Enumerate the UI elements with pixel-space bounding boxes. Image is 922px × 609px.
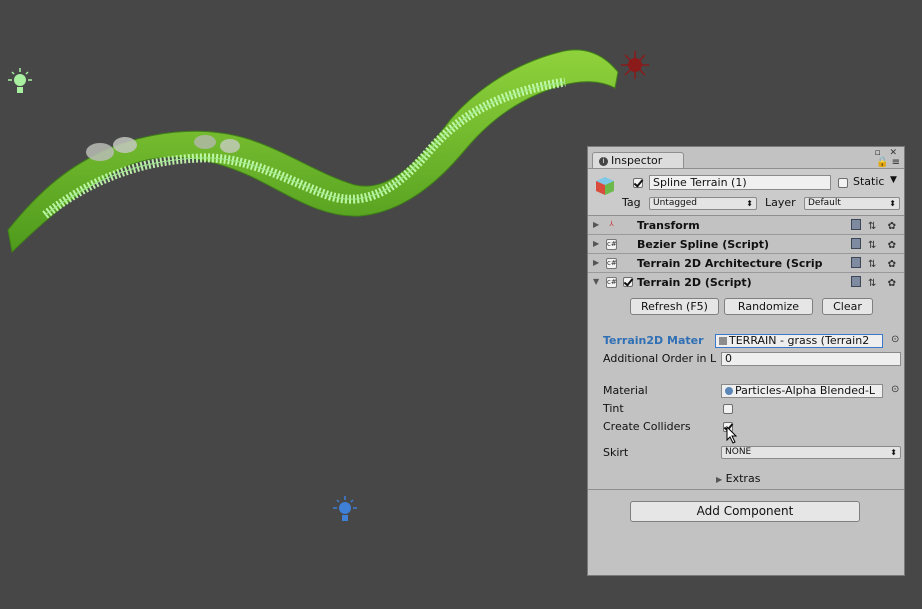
component-terrain2d-architecture[interactable]: ▶ c# Terrain 2D Architecture (Scrip ⇅ ✿ bbox=[588, 254, 904, 273]
create-colliders-label: Create Colliders bbox=[603, 420, 691, 433]
tab-label: Inspector bbox=[611, 154, 663, 167]
component-terrain2d[interactable]: ▼ c# Terrain 2D (Script) ⇅ ✿ bbox=[588, 273, 904, 292]
randomize-button[interactable]: Randomize bbox=[724, 298, 813, 315]
info-icon: i bbox=[599, 157, 608, 166]
component-title: Transform bbox=[637, 219, 700, 232]
layer-dropdown[interactable]: Default ⬍ bbox=[804, 197, 900, 210]
tag-dropdown[interactable]: Untagged ⬍ bbox=[649, 197, 757, 210]
updown-arrow-icon: ⬍ bbox=[889, 199, 896, 208]
tag-label: Tag bbox=[622, 196, 641, 209]
clear-button[interactable]: Clear bbox=[822, 298, 873, 315]
component-tools[interactable]: ⇅ ✿ bbox=[850, 276, 900, 289]
component-title: Bezier Spline (Script) bbox=[637, 238, 770, 251]
script-icon: c# bbox=[606, 239, 617, 250]
section-divider bbox=[588, 489, 904, 490]
extras-label: Extras bbox=[725, 472, 761, 485]
static-dropdown-arrow-icon[interactable]: ▼ bbox=[890, 175, 897, 185]
fold-down-icon[interactable]: ▼ bbox=[593, 277, 599, 286]
script-icon: c# bbox=[606, 258, 617, 269]
help-book-icon[interactable] bbox=[850, 257, 861, 268]
additional-order-label: Additional Order in L bbox=[603, 352, 717, 365]
skirt-value: NONE bbox=[725, 447, 752, 457]
script-icon: c# bbox=[606, 277, 617, 288]
component-enabled-checkbox[interactable] bbox=[623, 277, 633, 287]
static-checkbox[interactable] bbox=[838, 178, 848, 188]
component-tools[interactable]: ⇅ ✿ bbox=[850, 238, 900, 251]
component-tools[interactable]: ⇅ ✿ bbox=[850, 257, 900, 270]
component-tools[interactable]: ⇅ ✿ bbox=[850, 219, 900, 232]
shader-material-icon bbox=[725, 387, 733, 395]
component-title: Terrain 2D (Script) bbox=[637, 276, 752, 289]
refresh-button[interactable]: Refresh (F5) bbox=[630, 298, 719, 315]
updown-arrow-icon: ⬍ bbox=[890, 448, 897, 457]
updown-arrow-icon: ⬍ bbox=[746, 199, 753, 208]
static-label: Static bbox=[853, 175, 885, 188]
object-picker-icon[interactable]: ⊙ bbox=[891, 384, 899, 395]
material-label: Material bbox=[603, 384, 648, 397]
add-component-button[interactable]: Add Component bbox=[630, 501, 860, 522]
tint-checkbox[interactable] bbox=[723, 404, 733, 414]
terrain-grass[interactable] bbox=[7, 49, 619, 254]
terrain2d-material-label: Terrain2D Mater bbox=[603, 334, 704, 347]
fold-right-icon[interactable]: ▶ bbox=[593, 239, 599, 248]
object-picker-icon[interactable]: ⊙ bbox=[891, 334, 899, 345]
component-transform[interactable]: ▶ ⅄ Transform ⇅ ✿ bbox=[588, 216, 904, 235]
extras-foldout[interactable]: ▶ Extras bbox=[716, 472, 760, 485]
terrain2d-material-field[interactable]: TERRAIN - grass (Terrain2 bbox=[715, 334, 883, 348]
additional-order-field[interactable]: 0 bbox=[721, 352, 901, 366]
gameobject-cube-icon bbox=[596, 177, 614, 195]
light-green-icon[interactable] bbox=[8, 68, 32, 93]
tint-label: Tint bbox=[603, 402, 624, 415]
light-red-icon[interactable] bbox=[621, 51, 649, 79]
transform-icon: ⅄ bbox=[609, 220, 614, 228]
inspector-panel: ▫ ✕ i Inspector 🔒 ≡ Spline Terrain (1) St… bbox=[587, 146, 905, 576]
fold-right-icon: ▶ bbox=[716, 475, 723, 484]
layer-value: Default bbox=[808, 198, 841, 208]
skirt-label: Skirt bbox=[603, 446, 629, 459]
tab-inspector[interactable]: i Inspector bbox=[592, 152, 684, 168]
terrain2d-material-value: TERRAIN - grass (Terrain2 bbox=[729, 334, 870, 347]
object-header: Spline Terrain (1) Static ▼ Tag Untagged… bbox=[588, 169, 904, 216]
material-value: Particles-Alpha Blended-L bbox=[735, 384, 876, 397]
help-book-icon[interactable] bbox=[850, 219, 861, 230]
help-book-icon[interactable] bbox=[850, 276, 861, 287]
light-blue-icon[interactable] bbox=[333, 496, 357, 521]
fold-right-icon[interactable]: ▶ bbox=[593, 220, 599, 229]
component-bezier-spline[interactable]: ▶ c# Bezier Spline (Script) ⇅ ✿ bbox=[588, 235, 904, 254]
component-title: Terrain 2D Architecture (Scrip bbox=[637, 257, 823, 270]
help-book-icon[interactable] bbox=[850, 238, 861, 249]
lock-menu-icon[interactable]: 🔒 ≡ bbox=[876, 157, 900, 168]
skirt-dropdown[interactable]: NONE ⬍ bbox=[721, 446, 901, 459]
fold-right-icon[interactable]: ▶ bbox=[593, 258, 599, 267]
material-field[interactable]: Particles-Alpha Blended-L bbox=[721, 384, 883, 398]
active-checkbox[interactable] bbox=[633, 178, 643, 188]
tag-value: Untagged bbox=[653, 198, 698, 208]
layer-label: Layer bbox=[765, 196, 796, 209]
material-asset-icon bbox=[719, 337, 727, 345]
mouse-cursor-icon bbox=[726, 426, 738, 444]
object-name-field[interactable]: Spline Terrain (1) bbox=[649, 175, 831, 190]
